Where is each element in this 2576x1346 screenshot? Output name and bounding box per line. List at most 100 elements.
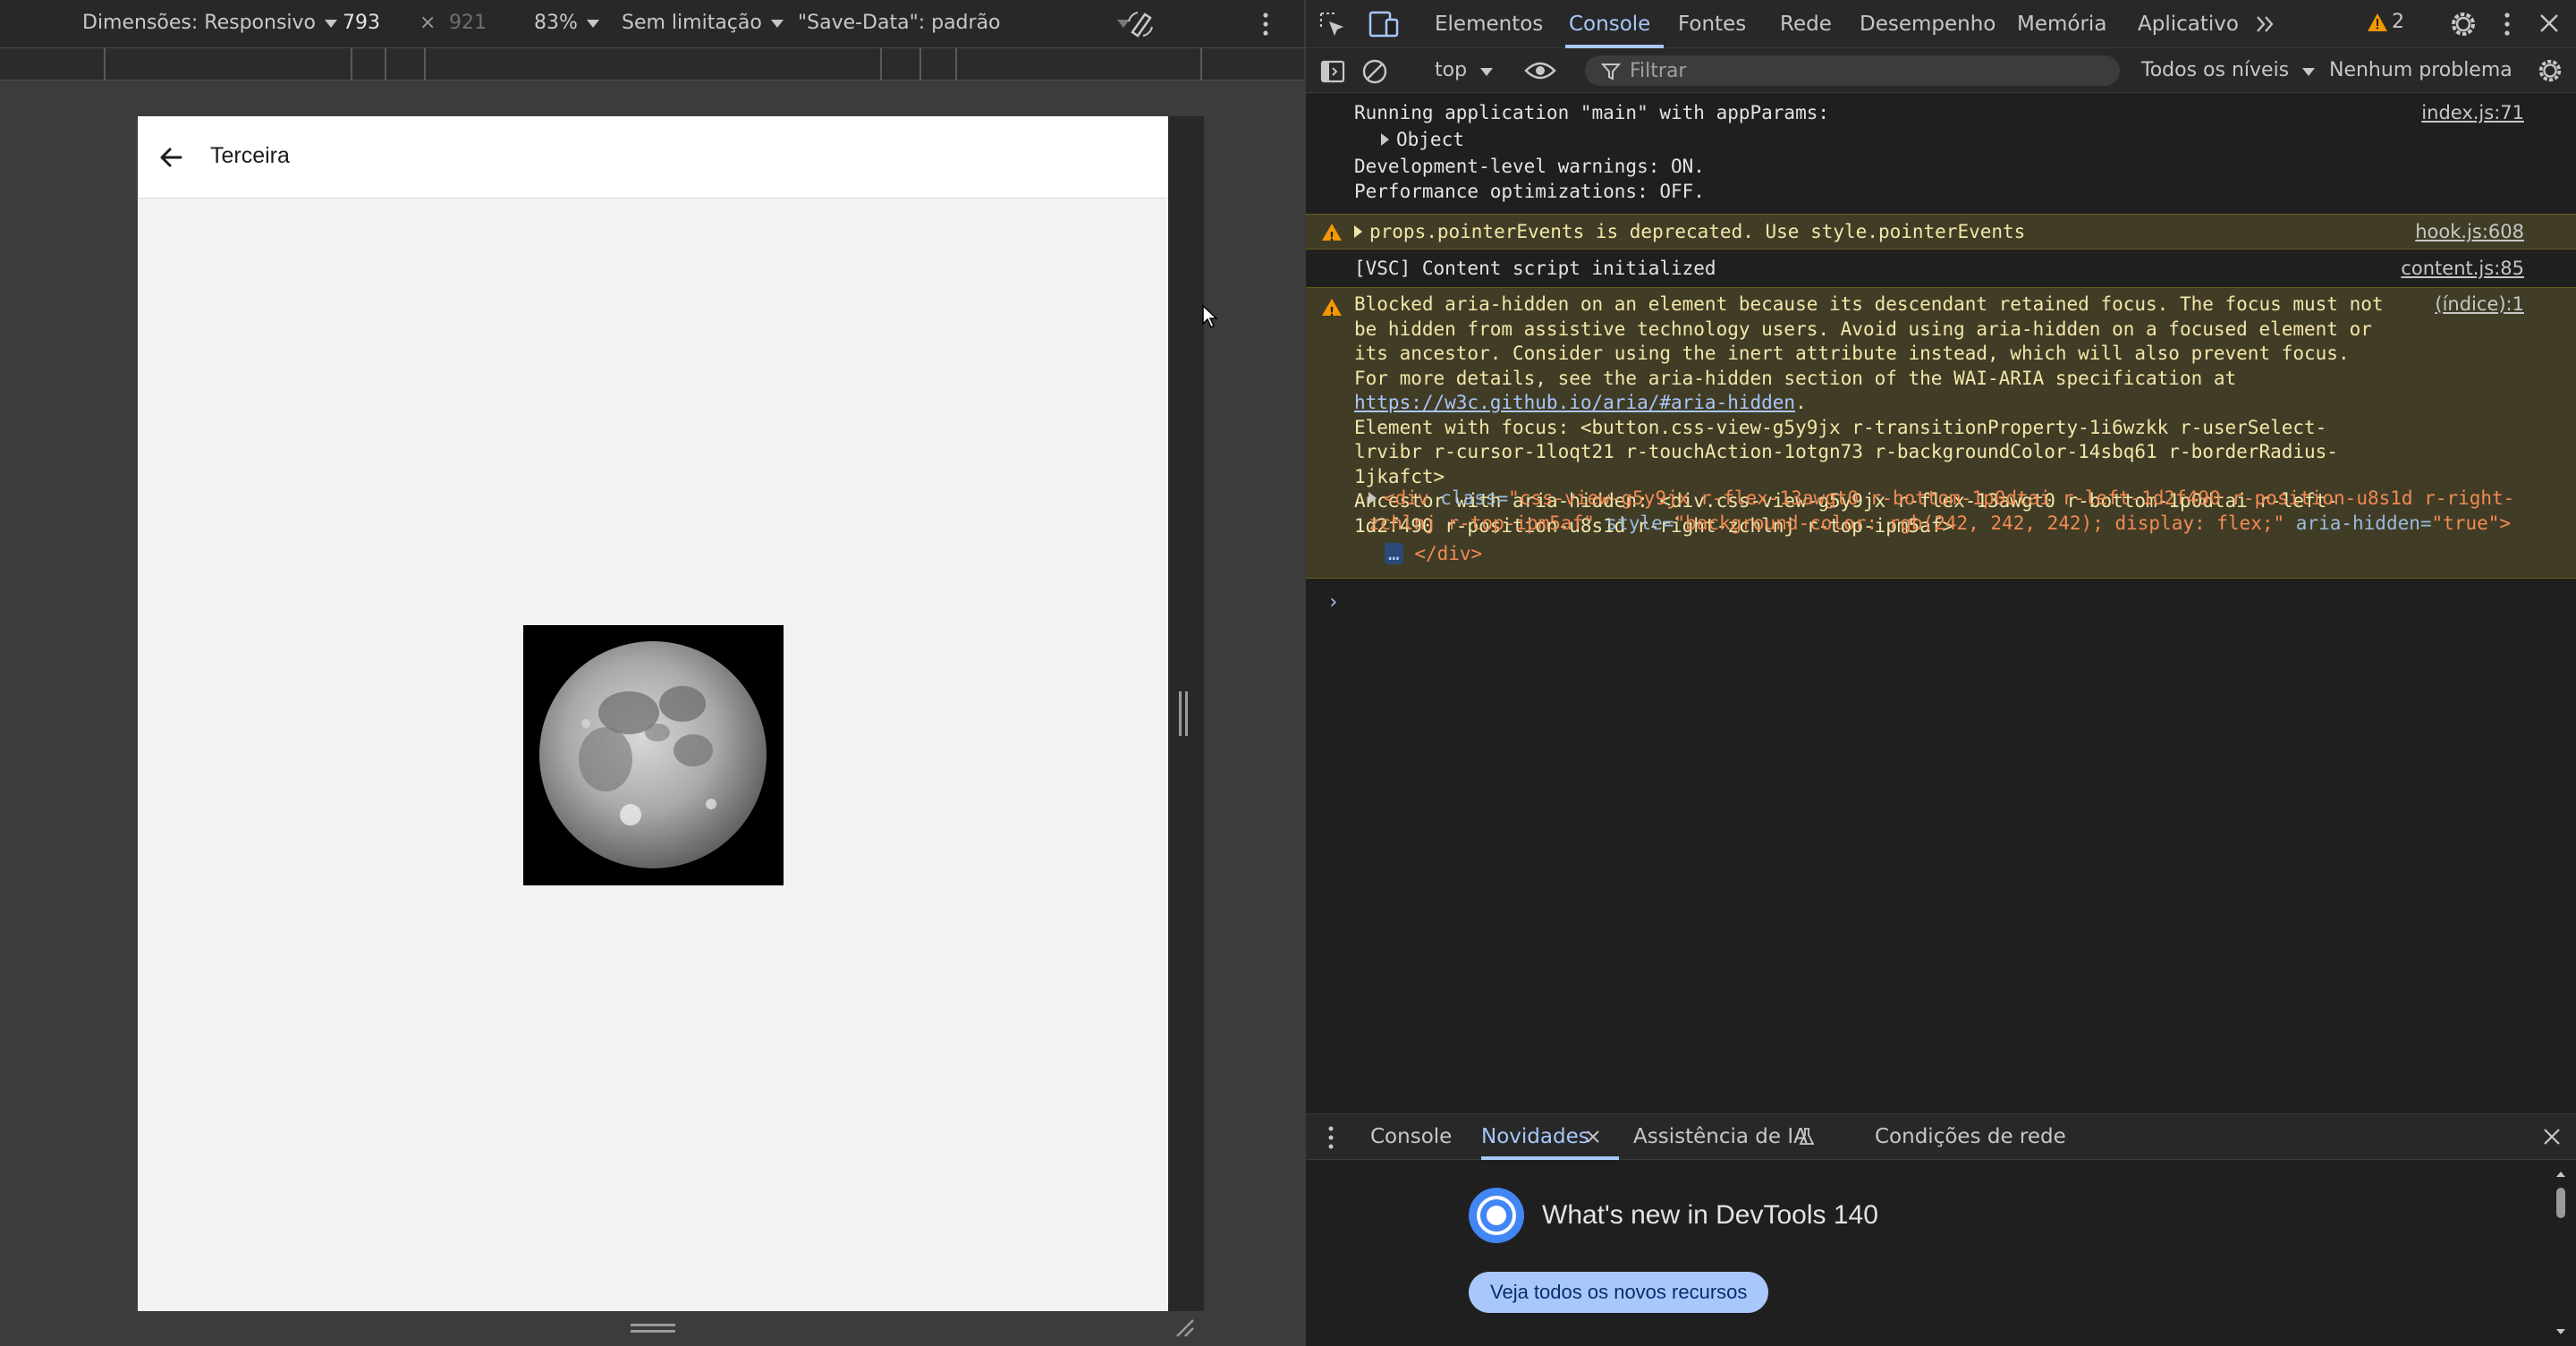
height-input[interactable]: 921 [449, 12, 487, 34]
resize-handle-right[interactable] [1179, 691, 1188, 736]
expand-triangle-icon [1354, 225, 1362, 238]
console-prompt[interactable]: › [1327, 590, 1339, 615]
tab-application[interactable]: Aplicativo [2138, 13, 2239, 36]
save-data-select[interactable]: "Save-Data": padrão [798, 12, 1130, 34]
source-link[interactable]: content.js:85 [2401, 257, 2524, 282]
object-expander[interactable]: Object [1381, 128, 2533, 153]
chevron-down-icon [2302, 68, 2316, 76]
scroll-down-icon [2556, 1329, 2565, 1334]
rotate-icon[interactable] [1125, 9, 1156, 39]
filter-input[interactable]: Filtrar [1585, 55, 2120, 86]
close-tab-icon[interactable] [1585, 1129, 1601, 1145]
resize-handle-bottom[interactable] [631, 1324, 675, 1333]
settings-gear-icon[interactable] [2449, 10, 2478, 38]
chevron-down-icon [770, 20, 784, 28]
ruler-tick [351, 48, 352, 80]
log-line: Running application "main" with appParam… [1354, 102, 1830, 123]
context-value: top [1435, 59, 1468, 81]
attr-name: class [1440, 487, 1497, 509]
sidebar-toggle-icon[interactable] [1320, 59, 1345, 84]
log-line: Development-level warnings: ON. [1354, 156, 1705, 177]
drawer-menu-icon[interactable] [1326, 1125, 1336, 1150]
ruler-tick [880, 48, 882, 80]
filter-placeholder: Filtrar [1630, 60, 1687, 82]
back-button[interactable] [154, 140, 190, 175]
whats-new-title: What's new in DevTools 140 [1542, 1200, 1878, 1230]
zoom-select[interactable]: 83% [534, 12, 599, 34]
more-tabs-icon[interactable] [2254, 13, 2277, 36]
drawer-tab-network-conditions[interactable]: Condições de rede [1875, 1125, 2066, 1148]
warning-icon [1322, 224, 1342, 250]
tab-console[interactable]: Console [1569, 13, 1650, 36]
source-link[interactable]: index.js:71 [2421, 101, 2524, 126]
throttling-select[interactable]: Sem limitação [622, 12, 784, 34]
console-settings-icon[interactable] [2537, 57, 2563, 84]
tab-memory[interactable]: Memória [2017, 13, 2106, 36]
console-toolbar: top Filtrar Todos os níveis Nenhum probl… [1306, 48, 2576, 93]
console-messages: Running application "main" with appParam… [1306, 94, 2576, 1113]
warning-icon [2368, 13, 2387, 31]
close-drawer-icon[interactable] [2542, 1127, 2562, 1147]
source-link[interactable]: (índice):1 [2435, 292, 2524, 317]
customize-devtools-icon[interactable] [2501, 11, 2513, 38]
object-label: Object [1396, 129, 1464, 150]
console-message-warning: props.pointerEvents is deprecated. Use s… [1306, 214, 2576, 250]
whats-new-panel: What's new in DevTools 140 Veja todos os… [1306, 1161, 2576, 1346]
context-select[interactable]: top [1435, 59, 1494, 81]
chrome-devtools-logo-icon [1469, 1188, 1524, 1243]
drawer-tab-whats-new[interactable]: Novidades [1481, 1125, 1589, 1148]
warning-message: Blocked aria-hidden on an element becaus… [1354, 293, 2395, 389]
device-toolbar-icon[interactable] [1368, 9, 1399, 39]
width-input[interactable]: 793 [343, 12, 380, 34]
experiment-flask-icon [1798, 1127, 1816, 1147]
warning-text[interactable]: props.pointerEvents is deprecated. Use s… [1354, 220, 2533, 245]
console-message-log: Running application "main" with appParam… [1306, 101, 2576, 214]
console-message-warning: Blocked aria-hidden on an element becaus… [1306, 287, 2576, 579]
tab-elements[interactable]: Elementos [1435, 13, 1543, 36]
expand-triangle-icon [1381, 133, 1389, 146]
attr-name: aria-hidden [2295, 512, 2420, 534]
ruler-tick [385, 48, 386, 80]
live-expression-eye-icon[interactable] [1524, 60, 1556, 81]
tab-performance[interactable]: Desempenho [1860, 13, 1996, 36]
dimensions-select[interactable]: Dimensões: Responsivo [82, 12, 338, 34]
zoom-value: 83% [534, 12, 578, 34]
html-node-close: … </div> [1385, 542, 2533, 567]
save-data-value: "Save-Data": padrão [798, 12, 1001, 34]
scrollbar-thumb[interactable] [2556, 1188, 2565, 1218]
times-sign: × [419, 12, 436, 34]
drawer-tab-console[interactable]: Console [1370, 1125, 1452, 1148]
width-value: 793 [343, 12, 380, 34]
aria-spec-link[interactable]: https://w3c.github.io/aria/#aria-hidden [1354, 392, 1795, 413]
clear-console-icon[interactable] [1361, 58, 1388, 85]
ruler-tick [919, 48, 921, 80]
warnings-counter[interactable]: 2 [2367, 11, 2404, 33]
devtools-main-tabs: Elementos Console Fontes Rede Desempenho… [1306, 0, 2576, 48]
log-levels-value: Todos os níveis [2141, 59, 2290, 81]
close-devtools-icon[interactable] [2538, 13, 2560, 34]
mouse-cursor-icon [1201, 304, 1219, 329]
app-header: Terceira [138, 116, 1168, 199]
issues-button[interactable]: Nenhum problema [2329, 59, 2512, 81]
log-line: Performance optimizations: OFF. [1354, 181, 1705, 202]
log-levels-select[interactable]: Todos os níveis [2141, 59, 2316, 81]
expand-triangle-icon [1368, 492, 1377, 504]
drawer-scrollbar[interactable] [2555, 1168, 2567, 1338]
see-all-features-button[interactable]: Veja todos os novos recursos [1469, 1272, 1769, 1313]
page-title: Terceira [210, 143, 290, 168]
console-message-log: [VSC] Content script initialized content… [1306, 251, 2576, 285]
log-line: [VSC] Content script initialized [1354, 258, 1716, 279]
ruler-tick [955, 48, 957, 80]
html-node-preview[interactable]: <div class="css-view-g5y9jx r-flex-13awg… [1368, 487, 2540, 536]
more-options-icon[interactable] [1259, 11, 1272, 38]
tab-sources[interactable]: Fontes [1678, 13, 1746, 36]
attr-name: style [1606, 512, 1663, 534]
tab-network[interactable]: Rede [1780, 13, 1832, 36]
inspect-element-icon[interactable] [1318, 11, 1347, 39]
resize-corner-handle[interactable] [1172, 1315, 1195, 1338]
media-query-ruler [0, 48, 1304, 80]
attr-value: "true" [2431, 512, 2500, 534]
drawer-tab-ai-assistance[interactable]: Assistência de IA [1633, 1125, 1808, 1148]
source-link[interactable]: hook.js:608 [2415, 220, 2524, 245]
ellipsis-button[interactable]: … [1385, 543, 1403, 564]
